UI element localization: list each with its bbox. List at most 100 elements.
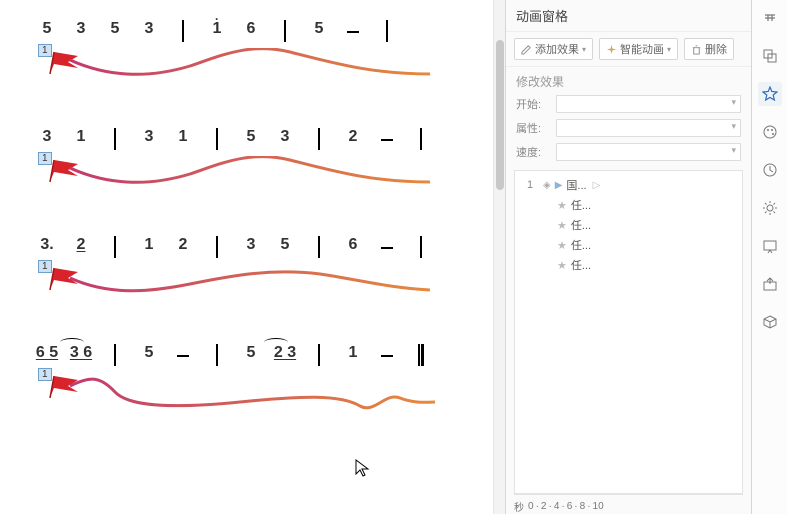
canvas-scrollbar[interactable] bbox=[493, 0, 505, 514]
note: 2 bbox=[64, 236, 98, 254]
note: 6 bbox=[336, 236, 370, 254]
pencil-icon bbox=[521, 44, 532, 55]
rail-animation-icon[interactable] bbox=[758, 82, 782, 106]
item-label: 任... bbox=[571, 257, 591, 273]
score-line-3: 3. 2 1 2 3 5 6 1 bbox=[30, 236, 475, 296]
score-line-4: 6 5 3 6 5 5 2 3 1 1 bbox=[30, 344, 475, 404]
smart-animation-button[interactable]: 智能动画 ▾ bbox=[599, 38, 678, 60]
barline bbox=[404, 128, 438, 150]
note: 3 bbox=[132, 128, 166, 146]
rail-slide-icon[interactable] bbox=[758, 234, 782, 258]
motion-path-wave bbox=[40, 372, 440, 422]
note: 5 bbox=[98, 20, 132, 38]
note: 5 bbox=[268, 236, 302, 254]
note: 2 bbox=[336, 128, 370, 146]
barline bbox=[268, 20, 302, 42]
tick: 8 bbox=[580, 501, 586, 512]
star-icon: ★ bbox=[557, 239, 567, 252]
animation-list[interactable]: 1 ◈ ▶ 国... ▷ ★ 任... ★ 任... ★ 任... ★ 任... bbox=[514, 170, 743, 494]
barline bbox=[98, 344, 132, 366]
sparkle-icon bbox=[606, 44, 617, 55]
tick: 6 bbox=[567, 501, 573, 512]
rail-clock-icon[interactable] bbox=[758, 158, 782, 182]
barline bbox=[302, 236, 336, 258]
slide-canvas[interactable]: 5 3 5 3 1 6 5 1 bbox=[0, 0, 505, 514]
score-line-1: 5 3 5 3 1 6 5 1 bbox=[30, 20, 475, 80]
rail-palette-icon[interactable] bbox=[758, 120, 782, 144]
prop-attr-row: 属性: bbox=[506, 116, 751, 140]
rail-gear-icon[interactable] bbox=[758, 196, 782, 220]
scrollbar-thumb[interactable] bbox=[496, 40, 504, 190]
note-pair-tie: 3 6 bbox=[64, 344, 98, 362]
item-label: 任... bbox=[571, 217, 591, 233]
right-tool-rail bbox=[751, 0, 787, 514]
barline bbox=[302, 344, 336, 366]
panel-toolbar: 添加效果 ▾ 智能动画 ▾ 删除 bbox=[506, 32, 751, 67]
animation-index-badge: 1 bbox=[38, 260, 52, 273]
speed-label: 速度: bbox=[516, 144, 550, 160]
note: 5 bbox=[30, 20, 64, 38]
tick: 2 bbox=[541, 501, 547, 512]
barline bbox=[98, 128, 132, 150]
rail-layers-icon[interactable] bbox=[758, 44, 782, 68]
motion-path-wave bbox=[40, 48, 440, 88]
barline bbox=[166, 20, 200, 42]
tick: 10 bbox=[593, 501, 604, 512]
tick: 0 bbox=[528, 501, 534, 512]
animation-index-badge: 1 bbox=[38, 44, 52, 57]
note: 1 bbox=[132, 236, 166, 254]
note-dash bbox=[370, 344, 404, 362]
barline-final bbox=[404, 344, 438, 371]
note: 3 bbox=[64, 20, 98, 38]
animation-index-badge: 1 bbox=[38, 152, 52, 165]
chevron-down-icon: ▾ bbox=[582, 45, 586, 54]
rail-settings-icon[interactable] bbox=[758, 6, 782, 30]
note-high: 1 bbox=[200, 20, 234, 38]
mouse-click-icon: ◈ bbox=[543, 180, 551, 191]
note: 2 bbox=[166, 236, 200, 254]
item-label: 任... bbox=[571, 197, 591, 213]
smart-anim-label: 智能动画 bbox=[620, 41, 664, 57]
timeline-ruler[interactable]: 秒 0 · 2 · 4 · 6 · 8 · 10 bbox=[514, 494, 743, 514]
tick: 4 bbox=[554, 501, 560, 512]
animation-list-item[interactable]: ★ 任... bbox=[517, 235, 740, 255]
delete-button[interactable]: 删除 bbox=[684, 38, 734, 60]
note: 5 bbox=[234, 344, 268, 362]
barline bbox=[200, 128, 234, 150]
note-pair-tie: 2 3 bbox=[268, 344, 302, 362]
start-label: 开始: bbox=[516, 96, 550, 112]
tick: · bbox=[536, 501, 539, 512]
note: 3 bbox=[132, 20, 166, 38]
barline bbox=[370, 20, 404, 42]
start-select[interactable] bbox=[556, 95, 741, 113]
expand-icon[interactable]: ▷ bbox=[593, 180, 601, 191]
item-label: 任... bbox=[571, 237, 591, 253]
speed-select[interactable] bbox=[556, 143, 741, 161]
item-index: 1 bbox=[527, 179, 539, 191]
prop-start-row: 开始: bbox=[506, 92, 751, 116]
note: 5 bbox=[132, 344, 166, 362]
note: 5 bbox=[302, 20, 336, 38]
animation-list-item[interactable]: 1 ◈ ▶ 国... ▷ bbox=[517, 175, 740, 195]
play-icon: ▶ bbox=[555, 180, 563, 191]
rail-box-icon[interactable] bbox=[758, 310, 782, 334]
star-icon: ★ bbox=[557, 259, 567, 272]
note: 1 bbox=[166, 128, 200, 146]
note: 3 bbox=[268, 128, 302, 146]
attr-label: 属性: bbox=[516, 120, 550, 136]
chevron-down-icon: ▾ bbox=[667, 45, 671, 54]
delete-label: 删除 bbox=[705, 41, 727, 57]
barline bbox=[302, 128, 336, 150]
attribute-select[interactable] bbox=[556, 119, 741, 137]
animation-list-item[interactable]: ★ 任... bbox=[517, 215, 740, 235]
barline bbox=[98, 236, 132, 258]
animation-list-item[interactable]: ★ 任... bbox=[517, 255, 740, 275]
rail-export-icon[interactable] bbox=[758, 272, 782, 296]
animation-index-badge: 1 bbox=[38, 368, 52, 381]
motion-path-wave bbox=[40, 264, 440, 304]
modify-effect-label: 修改效果 bbox=[506, 67, 751, 92]
trash-icon bbox=[691, 44, 702, 55]
animation-list-item[interactable]: ★ 任... bbox=[517, 195, 740, 215]
note-dash bbox=[336, 20, 370, 38]
add-effect-button[interactable]: 添加效果 ▾ bbox=[514, 38, 593, 60]
